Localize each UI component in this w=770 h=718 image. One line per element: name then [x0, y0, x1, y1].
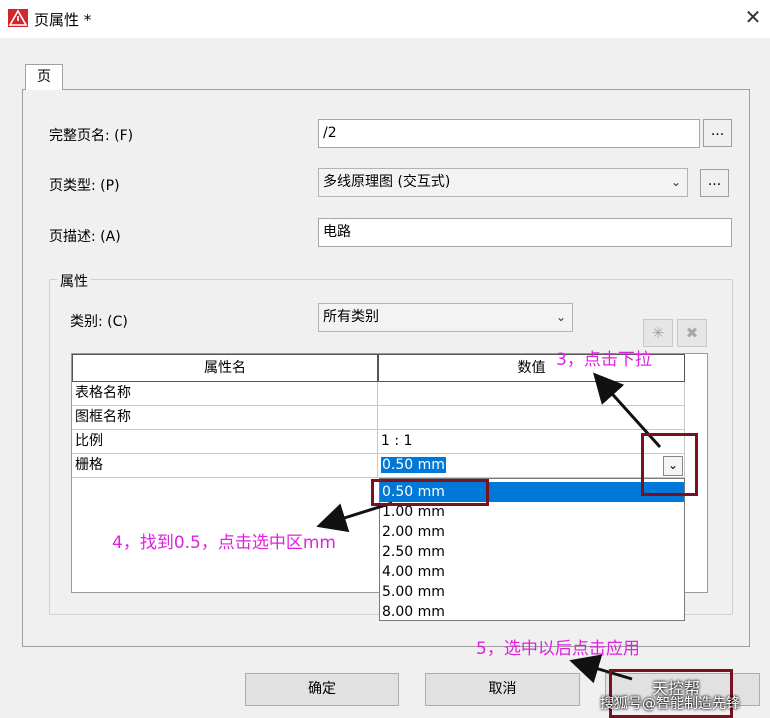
- app-warning-icon: [8, 9, 28, 27]
- dropdown-option[interactable]: 2.00 mm: [380, 522, 684, 542]
- table-row-name[interactable]: 表格名称: [72, 382, 378, 406]
- annotation-step4: 4，找到0.5，点击选中区mm: [112, 533, 336, 553]
- dropdown-option[interactable]: 2.50 mm: [380, 542, 684, 562]
- page-desc-input[interactable]: 电路: [318, 218, 732, 247]
- page-type-value: 多线原理图 (交互式): [323, 174, 451, 190]
- properties-group-label: 属性: [57, 271, 91, 291]
- annotation-box-step3: [641, 433, 698, 496]
- table-row-name[interactable]: 图框名称: [72, 406, 378, 430]
- dropdown-option[interactable]: 4.00 mm: [380, 562, 684, 582]
- category-value: 所有类别: [323, 309, 379, 325]
- dropdown-option[interactable]: 8.00 mm: [380, 602, 684, 622]
- dropdown-option[interactable]: 5.00 mm: [380, 582, 684, 602]
- chevron-down-icon: ⌄: [555, 310, 566, 324]
- category-label: 类别: (C): [70, 314, 128, 330]
- watermark: 天控帮 搜狐号@智能制造先锋: [600, 669, 770, 718]
- new-property-icon[interactable]: ✳: [643, 319, 673, 347]
- ok-button[interactable]: 确定: [245, 673, 399, 706]
- table-row-value[interactable]: 1 : 1: [378, 430, 685, 454]
- tab-page[interactable]: 页: [25, 64, 63, 90]
- page-type-browse-button[interactable]: ...: [700, 169, 729, 197]
- chevron-down-icon: ⌄: [670, 175, 681, 189]
- table-row-value[interactable]: [378, 382, 685, 406]
- full-name-input[interactable]: /2: [318, 119, 700, 148]
- full-name-browse-button[interactable]: ...: [703, 119, 732, 147]
- page-type-select[interactable]: 多线原理图 (交互式) ⌄: [318, 168, 688, 197]
- delete-property-icon[interactable]: ✖: [677, 319, 707, 347]
- column-header-name[interactable]: 属性名: [72, 354, 378, 382]
- full-name-label: 完整页名: (F): [49, 128, 134, 144]
- table-row-value[interactable]: [378, 406, 685, 430]
- annotation-step3: 3，点击下拉: [556, 350, 652, 370]
- grid-current-value: 0.50 mm: [381, 457, 446, 473]
- page-desc-label: 页描述: (A): [49, 229, 121, 245]
- table-row-name[interactable]: 比例: [72, 430, 378, 454]
- window-title: 页属性 *: [34, 11, 92, 29]
- grid-value-combo[interactable]: 0.50 mm: [378, 454, 685, 478]
- category-select[interactable]: 所有类别 ⌄: [318, 303, 573, 332]
- annotation-step5: 5，选中以后点击应用: [476, 639, 640, 659]
- table-row-name[interactable]: 栅格: [72, 454, 378, 478]
- title-bar: [0, 0, 770, 38]
- page-type-label: 页类型: (P): [49, 178, 120, 194]
- close-icon[interactable]: ✕: [742, 6, 764, 28]
- cancel-button[interactable]: 取消: [425, 673, 580, 706]
- watermark-account: 搜狐号@智能制造先锋: [600, 696, 740, 712]
- annotation-box-step4: [371, 479, 489, 506]
